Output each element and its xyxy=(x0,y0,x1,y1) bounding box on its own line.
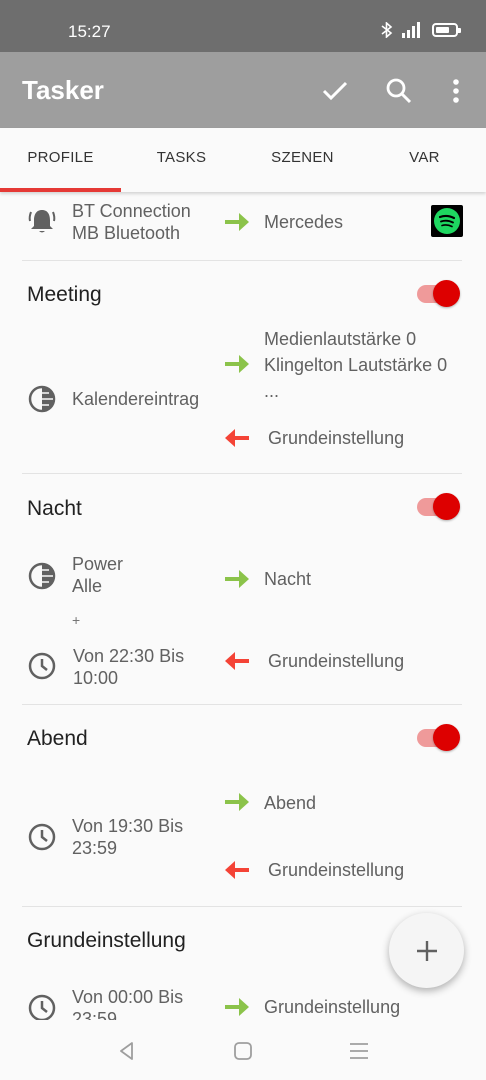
bt-context-line2: MB Bluetooth xyxy=(72,223,181,243)
check-icon xyxy=(322,81,348,101)
recents-icon[interactable] xyxy=(348,1040,370,1062)
grund-context-line2: 23:59 xyxy=(72,1009,118,1020)
tab-var[interactable]: VAR xyxy=(364,128,485,192)
exit-arrow-icon xyxy=(225,652,249,670)
meeting-task-line1: Medienlautstärke 0 xyxy=(264,329,417,349)
exit-arrow-icon xyxy=(225,861,249,879)
abend-task[interactable]: Abend xyxy=(264,790,316,816)
meeting-task[interactable]: Medienlautstärke 0 Klingelton Lautstärke… xyxy=(264,326,447,404)
check-button[interactable] xyxy=(318,74,352,108)
add-profile-button[interactable] xyxy=(389,913,464,988)
grund-context[interactable]: Von 00:00 Bis 23:59 xyxy=(72,986,183,1020)
divider xyxy=(22,260,462,261)
divider xyxy=(22,473,462,474)
abend-exit-task[interactable]: Grundeinstellung xyxy=(268,860,404,881)
exit-arrow-icon xyxy=(225,429,249,447)
plus-icon xyxy=(416,940,437,961)
grund-task[interactable]: Grundeinstellung xyxy=(264,994,400,1020)
more-options-button[interactable] xyxy=(439,74,473,108)
meeting-context[interactable]: Kalendereintrag xyxy=(72,388,199,410)
nacht-context-power[interactable]: Power Alle xyxy=(72,553,123,597)
bt-task[interactable]: Mercedes xyxy=(264,209,343,235)
meeting-task-line2: Klingelton Lautstärke 0 xyxy=(264,355,448,375)
clock-icon xyxy=(28,823,56,851)
abend-context-line1: Von 19:30 Bis xyxy=(72,816,184,836)
profile-name-nacht[interactable]: Nacht xyxy=(27,497,82,521)
bt-context-line1: BT Connection xyxy=(72,201,191,221)
half-circle-icon xyxy=(28,562,56,590)
enter-arrow-icon xyxy=(225,793,249,811)
search-icon xyxy=(386,78,412,104)
nacht-context1-line2: Alle xyxy=(72,576,103,596)
tab-bar: PROFILE TASKS SZENEN VAR xyxy=(0,128,486,192)
profile-list[interactable]: BT Connection MB Bluetooth Mercedes Meet… xyxy=(0,192,486,1020)
enter-arrow-icon xyxy=(225,998,249,1016)
system-nav-bar xyxy=(0,1020,486,1080)
nacht-task[interactable]: Nacht xyxy=(264,566,311,592)
profile-name-meeting[interactable]: Meeting xyxy=(27,283,102,307)
abend-context-line2: 23:59 xyxy=(72,838,118,858)
clock-icon xyxy=(28,652,56,680)
more-vert-icon xyxy=(453,79,459,103)
status-icons xyxy=(380,22,461,38)
battery-icon xyxy=(432,23,461,37)
context-separator: + xyxy=(72,612,81,628)
half-circle-icon xyxy=(28,385,56,413)
toggle-abend[interactable] xyxy=(417,723,463,751)
clock-icon xyxy=(28,994,56,1020)
nacht-context-time[interactable]: Von 22:30 Bis 10:00 xyxy=(73,645,184,689)
divider xyxy=(22,906,462,907)
app-bar: Tasker xyxy=(0,52,486,128)
enter-arrow-icon xyxy=(225,213,249,231)
bell-icon xyxy=(28,210,56,233)
status-bar: 15:27 xyxy=(0,0,486,52)
tab-szenen[interactable]: SZENEN xyxy=(242,128,363,192)
divider xyxy=(22,704,462,705)
meeting-exit-task[interactable]: Grundeinstellung xyxy=(268,428,404,449)
enter-arrow-icon xyxy=(225,570,249,588)
spotify-icon xyxy=(431,205,463,237)
search-button[interactable] xyxy=(382,74,416,108)
bluetooth-icon xyxy=(381,22,393,38)
toggle-meeting[interactable] xyxy=(417,279,463,307)
tab-profile[interactable]: PROFILE xyxy=(0,128,121,192)
meeting-task-line3: ... xyxy=(264,381,280,401)
profile-name-grundeinstellung[interactable]: Grundeinstellung xyxy=(27,929,186,953)
status-time: 15:27 xyxy=(68,22,111,41)
home-icon[interactable] xyxy=(232,1040,254,1062)
bt-context-text[interactable]: BT Connection MB Bluetooth xyxy=(72,200,191,244)
grund-context-line1: Von 00:00 Bis xyxy=(72,987,184,1007)
app-title: Tasker xyxy=(22,75,104,105)
nacht-context2-line2: 10:00 xyxy=(73,668,119,688)
tab-tasks[interactable]: TASKS xyxy=(121,128,242,192)
abend-context[interactable]: Von 19:30 Bis 23:59 xyxy=(72,815,183,859)
signal-icon xyxy=(402,22,420,38)
nacht-context2-line1: Von 22:30 Bis xyxy=(73,646,185,666)
toggle-nacht[interactable] xyxy=(417,492,463,520)
back-icon[interactable] xyxy=(116,1040,138,1062)
nacht-exit-task[interactable]: Grundeinstellung xyxy=(268,651,404,672)
enter-arrow-icon xyxy=(225,355,249,373)
profile-name-abend[interactable]: Abend xyxy=(27,727,88,751)
active-tab-indicator xyxy=(0,188,121,192)
nacht-context1-line1: Power xyxy=(72,554,124,574)
